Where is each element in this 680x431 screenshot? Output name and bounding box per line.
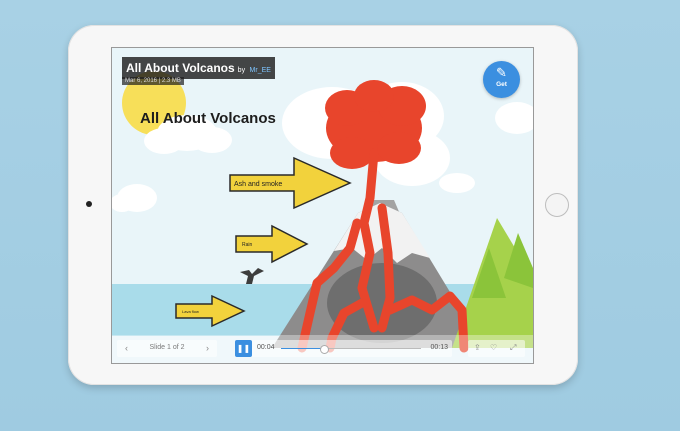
get-button[interactable]: ✎ Get	[483, 61, 520, 98]
label-rain: Rain	[242, 242, 253, 248]
seek-thumb[interactable]	[320, 345, 330, 354]
slide-navigation: ‹ Slide 1 of 2 ›	[117, 340, 217, 357]
heart-icon[interactable]: ♡	[490, 343, 497, 352]
edit-icon: ✎	[496, 65, 507, 80]
label-lava: Lava flow	[182, 309, 199, 314]
document-title-block: All About Volcanos by Mr_EE	[122, 57, 275, 79]
pause-button[interactable]: ❚❚	[235, 340, 252, 357]
front-camera	[86, 201, 92, 207]
total-time: 00:13	[430, 344, 448, 351]
current-time: 00:04	[257, 344, 275, 351]
tablet-frame: Ash and smoke Rain Lava flow All About V…	[68, 25, 578, 385]
label-ash: Ash and smoke	[234, 181, 282, 188]
audio-player: ❚❚ 00:04 00:13	[235, 340, 452, 357]
action-buttons: ⇪ ♡ ⤢	[468, 340, 525, 357]
seek-progress	[281, 348, 325, 349]
share-icon[interactable]: ⇪	[474, 343, 481, 352]
seek-bar[interactable]	[281, 345, 421, 354]
home-button[interactable]	[545, 193, 569, 217]
slide-counter: Slide 1 of 2	[149, 344, 185, 351]
slide-heading: All About Volcanos	[140, 110, 276, 127]
document-meta: Mar 6, 2016 | 2.3 MB	[122, 77, 184, 85]
document-title: All About Volcanos	[126, 61, 235, 75]
app-screen: Ash and smoke Rain Lava flow All About V…	[111, 47, 534, 364]
author-link[interactable]: Mr_EE	[250, 67, 271, 74]
expand-icon[interactable]: ⤢	[510, 343, 516, 353]
get-label: Get	[496, 81, 507, 88]
next-slide-button[interactable]: ›	[206, 343, 209, 353]
slide-illustration: Ash and smoke Rain Lava flow	[112, 48, 533, 363]
document-by: by	[237, 67, 246, 74]
